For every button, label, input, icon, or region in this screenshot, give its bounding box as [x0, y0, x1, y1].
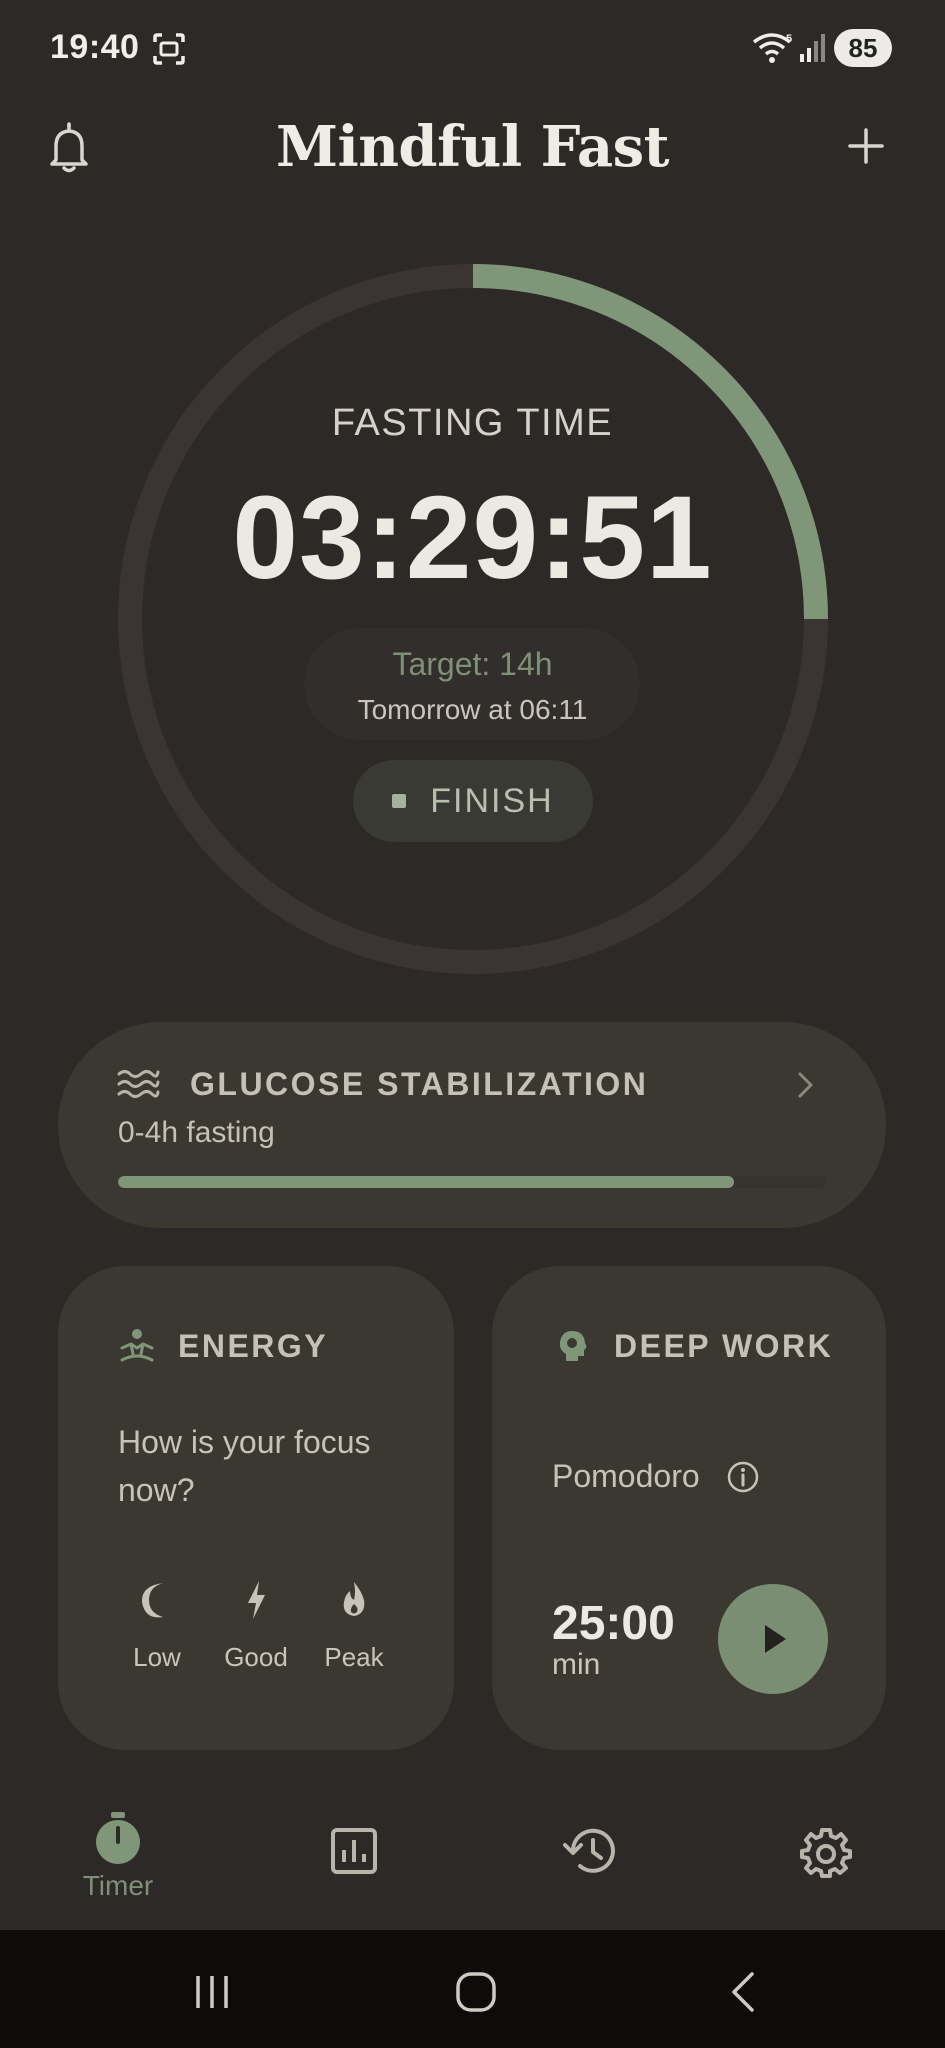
screenshot-icon: [153, 33, 185, 65]
bolt-icon: [248, 1581, 265, 1619]
brain-icon: [559, 1331, 587, 1361]
energy-title: ENERGY: [178, 1328, 329, 1364]
finish-button[interactable]: FINISH: [353, 760, 593, 842]
glucose-stage-subtitle: 0-4h fasting: [118, 1116, 275, 1149]
nav-item-settings[interactable]: [766, 1810, 886, 1878]
home-icon[interactable]: [454, 1970, 498, 2014]
play-button[interactable]: [718, 1584, 828, 1694]
stop-icon: [392, 794, 407, 808]
play-icon: [765, 1625, 786, 1653]
app-title: Mindful Fast: [275, 114, 670, 180]
add-icon[interactable]: [846, 126, 886, 166]
battery-indicator: 85: [834, 29, 892, 67]
deep-work-title: DEEP WORK: [614, 1328, 834, 1364]
mood-label: Good: [224, 1642, 288, 1672]
history-icon: [563, 1828, 615, 1873]
glucose-progress-bar: [118, 1176, 826, 1188]
svg-text:5: 5: [786, 33, 792, 45]
pomodoro-duration: 25:00: [552, 1597, 675, 1650]
mood-label: Low: [133, 1642, 181, 1672]
fasting-time-label: FASTING TIME: [331, 402, 614, 444]
nav-item-history[interactable]: [530, 1810, 650, 1876]
bar-chart-icon: [331, 1828, 377, 1874]
nav-item-timer[interactable]: Timer: [58, 1810, 178, 1902]
wifi-icon: 5: [752, 33, 792, 63]
waves-icon: [117, 1070, 160, 1098]
fasting-progress-ring: [118, 264, 828, 974]
status-bar: 19:40 5 85: [0, 0, 945, 100]
mood-option-good[interactable]: Good: [211, 1578, 301, 1673]
mood-label: Peak: [324, 1642, 384, 1672]
moon-icon: [141, 1583, 163, 1618]
signal-icon: [800, 34, 825, 62]
finish-label: FINISH: [430, 781, 554, 820]
nav-label-timer: Timer: [82, 1870, 154, 1901]
pomodoro-unit: min: [552, 1648, 601, 1681]
mood-option-low[interactable]: Low: [112, 1578, 202, 1673]
pomodoro-mode-label: Pomodoro: [552, 1458, 700, 1494]
settings-gear-icon: [800, 1828, 852, 1878]
fasting-elapsed-time: 03:29:51: [232, 472, 713, 604]
energy-question: How is your focus now?: [118, 1424, 371, 1508]
app-header: Mindful Fast: [0, 100, 945, 200]
status-time: 19:40: [50, 28, 140, 66]
bottom-navigation: Timer: [0, 1790, 945, 1930]
nav-item-stats[interactable]: [294, 1810, 414, 1876]
glucose-progress-fill: [118, 1176, 734, 1188]
system-navigation-bar: [0, 1930, 945, 2048]
chevron-right-icon: [798, 1072, 813, 1098]
back-icon[interactable]: [722, 1970, 766, 2014]
target-duration: Target: 14h: [392, 646, 553, 682]
recent-apps-icon[interactable]: [190, 1970, 234, 2014]
meditation-icon: [120, 1329, 154, 1362]
glucose-stage-title: GLUCOSE STABILIZATION: [190, 1066, 649, 1102]
info-icon[interactable]: [726, 1460, 760, 1494]
mood-option-peak[interactable]: Peak: [309, 1578, 399, 1673]
stopwatch-icon: [96, 1812, 140, 1864]
flame-icon: [343, 1582, 365, 1616]
target-end-time: Tomorrow at 06:11: [357, 694, 588, 725]
